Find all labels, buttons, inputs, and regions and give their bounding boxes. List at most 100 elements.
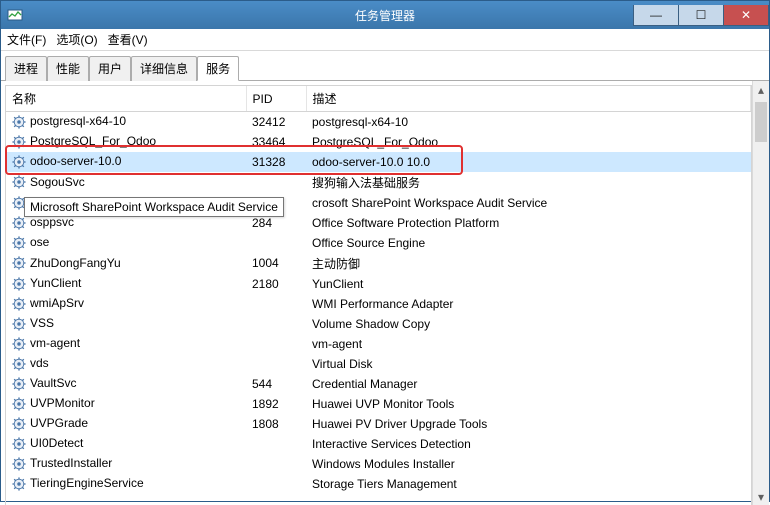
service-icon: [12, 235, 30, 249]
service-icon: [12, 396, 30, 410]
table-row[interactable]: PostgreSQL_For_Odoo33464PostgreSQL_For_O…: [6, 132, 751, 152]
service-pid: [246, 314, 306, 334]
table-row[interactable]: UI0Detect Interactive Services Detection: [6, 434, 751, 454]
service-pid: [246, 454, 306, 474]
service-name: postgresql-x64-10: [30, 114, 126, 128]
service-icon: [12, 256, 30, 270]
menu-file[interactable]: 文件(F): [7, 31, 46, 48]
table-row[interactable]: UVPMonitor1892Huawei UVP Monitor Tools: [6, 394, 751, 414]
service-desc: WMI Performance Adapter: [306, 294, 751, 314]
service-desc: Windows Modules Installer: [306, 454, 751, 474]
service-desc: postgresql-x64-10: [306, 112, 751, 132]
table-row[interactable]: postgresql-x64-1032412postgresql-x64-10: [6, 112, 751, 132]
service-desc: Volume Shadow Copy: [306, 314, 751, 334]
titlebar[interactable]: 任务管理器 — ☐ ✕: [1, 1, 769, 29]
tab-services[interactable]: 服务: [197, 56, 239, 81]
service-icon: [12, 416, 30, 430]
service-icon: [12, 215, 30, 229]
scroll-track[interactable]: [753, 98, 769, 488]
service-name: ZhuDongFangYu: [30, 256, 121, 270]
service-icon: [12, 316, 30, 330]
service-pid: 31328: [246, 152, 306, 172]
service-icon: [12, 114, 30, 128]
scroll-up-arrow[interactable]: ▴: [753, 81, 769, 98]
menubar: 文件(F) 选项(O) 查看(V): [1, 29, 769, 51]
service-name: YunClient: [30, 276, 81, 290]
table-row[interactable]: odoo-server-10.031328odoo-server-10.0 10…: [6, 152, 751, 172]
app-icon: [7, 7, 23, 23]
menu-options[interactable]: 选项(O): [56, 31, 97, 48]
service-icon: [12, 276, 30, 290]
service-pid: [246, 233, 306, 253]
service-desc: Huawei PV Driver Upgrade Tools: [306, 414, 751, 434]
service-name: SogouSvc: [30, 175, 85, 189]
service-pid: 1004: [246, 253, 306, 274]
tab-users[interactable]: 用户: [89, 56, 131, 81]
table-row[interactable]: ZhuDongFangYu 1004主动防御: [6, 253, 751, 274]
service-icon: [12, 134, 30, 148]
service-desc: Office Source Engine: [306, 233, 751, 253]
minimize-button[interactable]: —: [633, 5, 679, 26]
window-title: 任务管理器: [355, 7, 415, 24]
service-icon: [12, 154, 30, 168]
service-desc: crosoft SharePoint Workspace Audit Servi…: [306, 193, 751, 213]
column-header-name[interactable]: 名称: [6, 86, 246, 112]
table-row[interactable]: VaultSvc544Credential Manager: [6, 374, 751, 394]
service-name: vm-agent: [30, 336, 80, 350]
service-pid: 2180: [246, 274, 306, 294]
service-name: UI0Detect: [30, 436, 83, 450]
tooltip: Microsoft SharePoint Workspace Audit Ser…: [24, 197, 284, 217]
service-desc: YunClient: [306, 274, 751, 294]
scroll-down-arrow[interactable]: ▾: [753, 488, 769, 505]
service-desc: Office Software Protection Platform: [306, 213, 751, 233]
table-row[interactable]: UVPGrade1808Huawei PV Driver Upgrade Too…: [6, 414, 751, 434]
tab-performance[interactable]: 性能: [47, 56, 89, 81]
service-icon: [12, 456, 30, 470]
tab-details[interactable]: 详细信息: [131, 56, 197, 81]
table-row[interactable]: YunClient2180YunClient: [6, 274, 751, 294]
service-desc: PostgreSQL_For_Odoo: [306, 132, 751, 152]
tab-processes[interactable]: 进程: [5, 56, 47, 81]
service-pid: [246, 474, 306, 494]
service-pid: [246, 354, 306, 374]
service-name: osppsvc: [30, 215, 74, 229]
table-row[interactable]: ose Office Source Engine: [6, 233, 751, 253]
service-name: ose: [30, 235, 49, 249]
table-row[interactable]: TrustedInstaller Windows Modules Installe…: [6, 454, 751, 474]
table-row[interactable]: VSS Volume Shadow Copy: [6, 314, 751, 334]
maximize-button[interactable]: ☐: [678, 5, 724, 26]
service-desc: Storage Tiers Management: [306, 474, 751, 494]
menu-view[interactable]: 查看(V): [108, 31, 148, 48]
service-icon: [12, 336, 30, 350]
tab-bar: 进程 性能 用户 详细信息 服务: [1, 51, 769, 81]
column-header-desc[interactable]: 描述: [306, 86, 751, 112]
service-name: TrustedInstaller: [30, 456, 112, 470]
service-icon: [12, 436, 30, 450]
service-icon: [12, 296, 30, 310]
service-name: UVPMonitor: [30, 396, 95, 410]
vertical-scrollbar[interactable]: ▴ ▾: [752, 81, 769, 505]
service-name: odoo-server-10.0: [30, 154, 121, 168]
service-pid: 32412: [246, 112, 306, 132]
service-desc: Interactive Services Detection: [306, 434, 751, 454]
service-name: TieringEngineService: [30, 476, 144, 490]
table-row[interactable]: wmiApSrvWMI Performance Adapter: [6, 294, 751, 314]
column-header-pid[interactable]: PID: [246, 86, 306, 112]
content-area: 名称 PID 描述 postgresql-x64-1032412postgres…: [1, 81, 769, 505]
close-button[interactable]: ✕: [723, 5, 769, 26]
service-name: vds: [30, 356, 49, 370]
service-name: VSS: [30, 316, 54, 330]
service-pid: [246, 172, 306, 193]
service-desc: Credential Manager: [306, 374, 751, 394]
scroll-thumb[interactable]: [755, 102, 767, 142]
service-desc: 主动防御: [306, 253, 751, 274]
service-desc: Huawei UVP Monitor Tools: [306, 394, 751, 414]
service-icon: [12, 376, 30, 390]
services-table[interactable]: 名称 PID 描述 postgresql-x64-1032412postgres…: [6, 86, 751, 494]
table-row[interactable]: vm-agentvm-agent: [6, 334, 751, 354]
service-name: PostgreSQL_For_Odoo: [30, 134, 156, 148]
table-row[interactable]: vdsVirtual Disk: [6, 354, 751, 374]
table-row[interactable]: TieringEngineService Storage Tiers Manage…: [6, 474, 751, 494]
table-row[interactable]: SogouSvc 搜狗输入法基础服务: [6, 172, 751, 193]
service-desc: 搜狗输入法基础服务: [306, 172, 751, 193]
